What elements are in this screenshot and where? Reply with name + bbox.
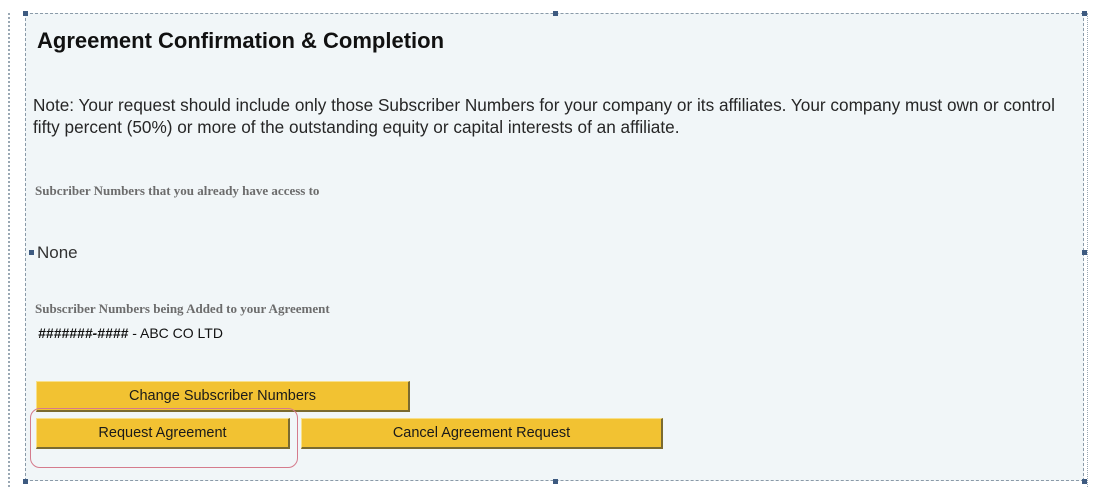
masked-subscriber-number: #######-#### (38, 325, 129, 341)
panel-left-edge (8, 13, 10, 487)
adding-numbers-label: Subscriber Numbers being Added to your A… (35, 301, 330, 316)
resize-handle-middle-left[interactable] (29, 250, 34, 255)
resize-handle-bottom-right[interactable] (1082, 479, 1087, 484)
page-title: Agreement Confirmation & Completion (37, 28, 445, 53)
existing-access-label: Subcriber Numbers that you already have … (35, 183, 320, 198)
panel-right-edge (1087, 13, 1088, 487)
resize-handle-middle-right[interactable] (1082, 250, 1087, 255)
existing-access-value: None (37, 243, 78, 262)
resize-handle-top-right[interactable] (1082, 11, 1087, 16)
resize-handle-bottom-center[interactable] (553, 479, 558, 484)
cancel-agreement-request-button[interactable]: Cancel Agreement Request (301, 418, 663, 449)
subscriber-entry: #######-#### - ABC CO LTD (38, 325, 223, 341)
highlight-outline (30, 408, 298, 468)
note-text: Note: Your request should include only t… (33, 95, 1055, 137)
resize-handle-top-center[interactable] (553, 11, 558, 16)
resize-handle-top-left[interactable] (23, 11, 28, 16)
subscriber-company: - ABC CO LTD (128, 325, 223, 341)
resize-handle-bottom-left[interactable] (23, 479, 28, 484)
